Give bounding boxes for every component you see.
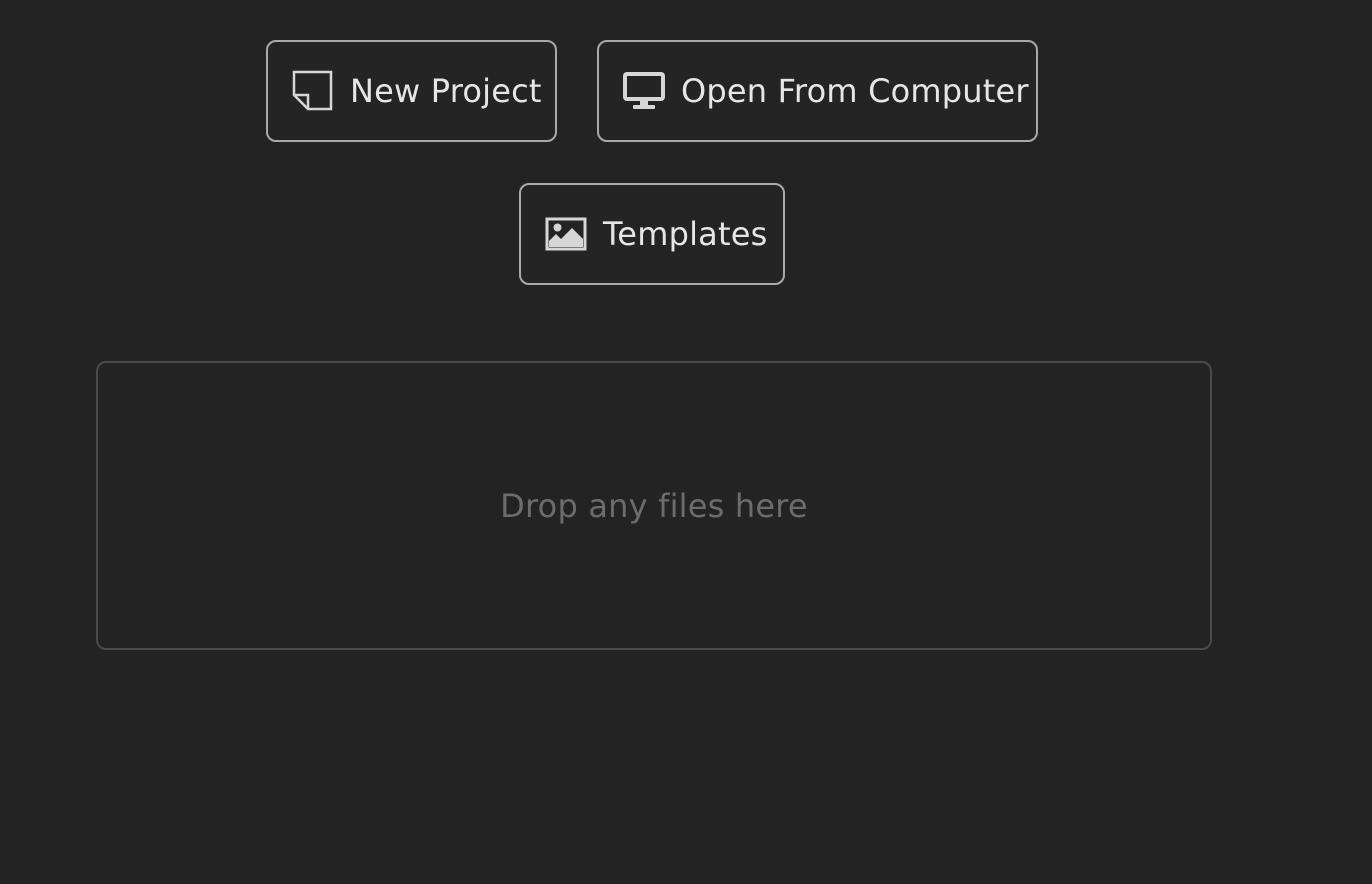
file-dropzone[interactable]: Drop any files here [96, 361, 1212, 650]
new-document-icon [292, 70, 334, 112]
monitor-icon [623, 72, 665, 110]
open-from-computer-label: Open From Computer [681, 72, 1029, 110]
dropzone-text: Drop any files here [500, 486, 808, 525]
open-from-computer-button[interactable]: Open From Computer [597, 40, 1038, 142]
image-icon [545, 217, 587, 251]
templates-button[interactable]: Templates [519, 183, 785, 285]
new-project-button[interactable]: New Project [266, 40, 557, 142]
templates-label: Templates [603, 215, 768, 253]
start-screen: New Project Open From Computer Templates… [0, 0, 1372, 884]
new-project-label: New Project [350, 72, 542, 110]
